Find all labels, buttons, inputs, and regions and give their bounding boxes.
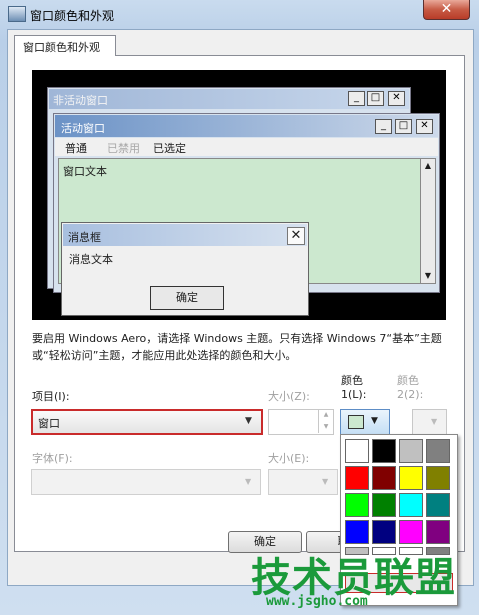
scroll-down-icon: ▼ [424,271,432,280]
menu-item-normal[interactable]: 普通 [65,140,87,156]
size-spinner[interactable]: ▲ ▼ [318,409,333,433]
tab-label: 窗口颜色和外观 [23,41,100,54]
tab-window-color-appearance[interactable]: 窗口颜色和外观 [14,35,116,56]
minimize-icon: _ [375,119,392,134]
color-swatch[interactable] [399,439,423,463]
color-swatch[interactable] [426,493,450,517]
color-swatch[interactable] [345,493,369,517]
aero-description: 要启用 Windows Aero，请选择 Windows 主题。只有选择 Win… [32,332,442,362]
scroll-up-icon: ▲ [424,161,432,170]
preview-scrollbar[interactable]: ▲ ▼ [420,158,436,284]
message-text: 消息文本 [69,253,113,266]
chevron-down-icon: ▼ [322,477,329,486]
color-swatch[interactable] [345,466,369,490]
close-icon: ✕ [388,91,405,106]
item-select-value: 窗口 [38,417,60,430]
color-swatch[interactable] [426,520,450,544]
chevron-down-icon: ▼ [371,416,378,426]
color1-button[interactable]: ▼ [340,409,390,435]
title-bar: 窗口颜色和外观 [0,0,479,28]
menu-item-selected[interactable]: 已选定 [153,140,186,156]
color-swatch[interactable] [372,520,396,544]
maximize-icon: □ [367,91,384,106]
watermark-url: www.jsgho.com [266,594,368,609]
chevron-down-icon: ▼ [245,477,252,486]
color-swatch[interactable] [345,439,369,463]
window-app-icon [8,6,26,22]
color-swatch[interactable] [426,466,450,490]
color-swatch[interactable] [399,493,423,517]
color2-label-line2: 2(2): [397,388,424,401]
message-box-titlebar: 消息框 ✕ [63,224,307,246]
active-window-titlebar: 活动窗口 _ □ ✕ [55,115,438,137]
size-label: 大小(Z): [268,390,310,403]
color2-button[interactable]: ▼ [412,409,447,435]
window-close-button[interactable]: ✕ [423,0,470,20]
color-swatch[interactable] [399,520,423,544]
inactive-window-title: 非活动窗口 [53,94,108,107]
color1-label-line2: 1(L): [341,388,367,401]
window-title: 窗口颜色和外观 [30,9,115,23]
color2-label-line1: 颜色 [397,374,419,387]
font-select[interactable]: ▼ [31,469,261,495]
preview-menubar: 普通 已禁用 已选定 [55,138,438,156]
font-size-label: 大小(E): [268,452,310,465]
minimize-icon: _ [348,91,365,106]
close-icon: ✕ [416,119,433,134]
window-text: 窗口文本 [63,165,107,178]
item-select[interactable]: 窗口 ▼ [31,409,263,435]
preview-message-box[interactable]: 消息框 ✕ 消息文本 确定 [61,222,309,316]
font-label: 字体(F): [32,452,73,465]
font-size-select[interactable]: ▼ [268,469,338,495]
color-swatch[interactable] [399,466,423,490]
menu-item-disabled[interactable]: 已禁用 [107,140,140,156]
color1-label-line1: 颜色 [341,374,363,387]
message-box-ok-button[interactable]: 确定 [150,286,224,310]
color-swatch[interactable] [345,520,369,544]
active-window-title: 活动窗口 [61,122,105,135]
color-swatch[interactable] [372,493,396,517]
item-label: 项目(I): [32,390,70,403]
color-swatch[interactable] [372,466,396,490]
inactive-window-titlebar: 非活动窗口 _ □ ✕ [49,89,409,109]
close-icon: ✕ [287,227,305,245]
chevron-down-icon: ▼ [245,416,252,426]
message-box-title: 消息框 [68,231,101,244]
color-swatch[interactable] [426,439,450,463]
color1-swatch [348,415,364,429]
chevron-down-icon: ▼ [431,417,438,426]
maximize-icon: □ [395,119,412,134]
color-swatch[interactable] [372,439,396,463]
